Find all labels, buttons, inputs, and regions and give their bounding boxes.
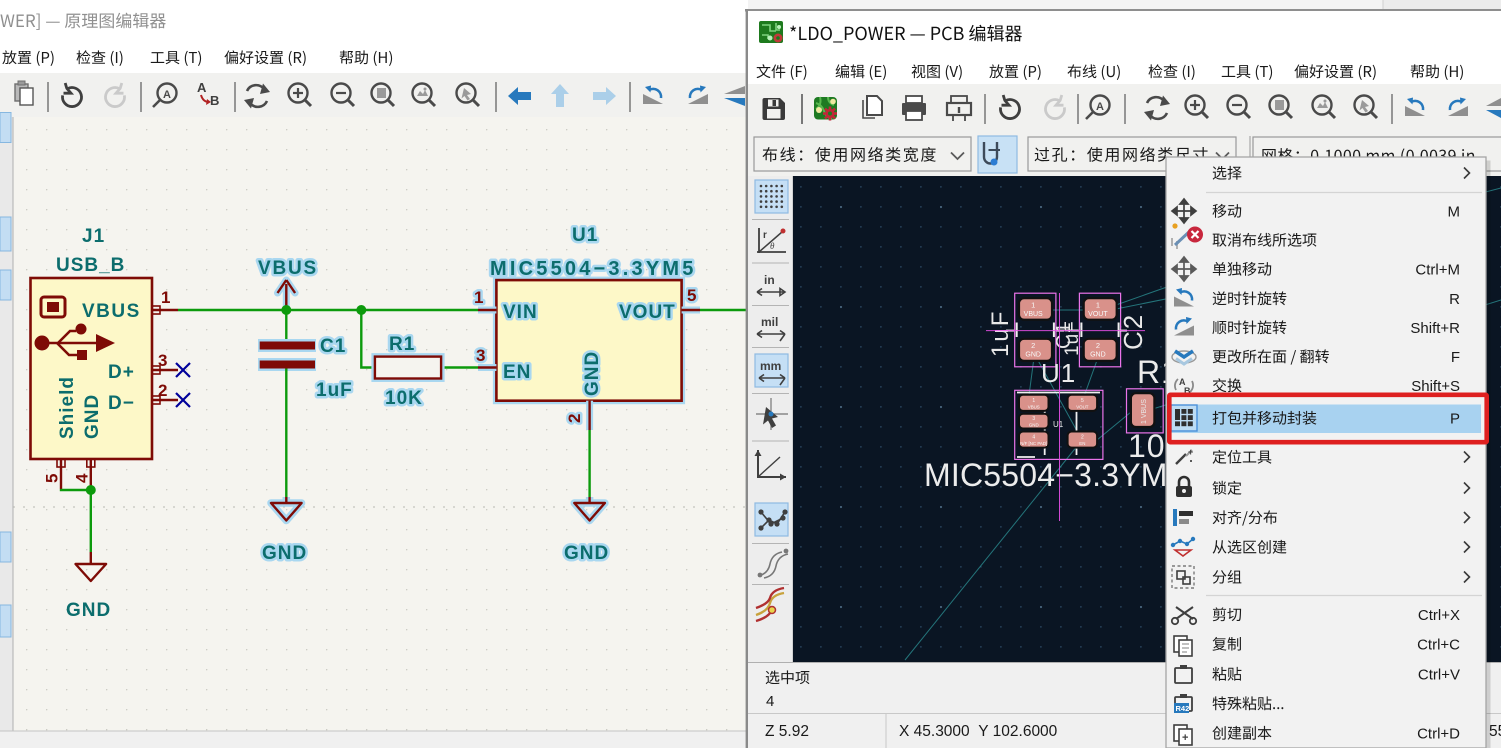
svg-text:4: 4 bbox=[73, 473, 92, 483]
svg-text:GND: GND bbox=[82, 394, 103, 439]
svg-text:P: P bbox=[1450, 411, 1460, 428]
svg-text:GND: GND bbox=[1029, 423, 1039, 428]
svg-text:Ctrl+V: Ctrl+V bbox=[1418, 667, 1460, 684]
svg-text:U1: U1 bbox=[1041, 358, 1076, 388]
svg-text:2: 2 bbox=[565, 414, 584, 423]
svg-text:1: 1 bbox=[474, 288, 484, 307]
svg-text:GND: GND bbox=[564, 543, 609, 564]
svg-text:5: 5 bbox=[43, 474, 62, 483]
svg-text:D+: D+ bbox=[108, 362, 135, 383]
svg-text:2: 2 bbox=[158, 381, 167, 400]
svg-text:Ctrl+D: Ctrl+D bbox=[1417, 726, 1460, 743]
svg-text:1: 1 bbox=[1032, 398, 1035, 404]
svg-text:Shield: Shield bbox=[57, 376, 78, 439]
svg-text:VOUT: VOUT bbox=[1088, 311, 1108, 318]
svg-text:3: 3 bbox=[476, 346, 486, 365]
svg-text:GND: GND bbox=[1025, 352, 1041, 359]
svg-text:2: 2 bbox=[1031, 341, 1035, 350]
svg-text:EN: EN bbox=[1079, 441, 1085, 446]
svg-text:EN: EN bbox=[503, 362, 531, 383]
svg-text:VBUS: VBUS bbox=[1028, 404, 1040, 409]
svg-text:mil: mil bbox=[761, 315, 778, 329]
svg-text:B: B bbox=[210, 93, 219, 108]
svg-text:VOUT: VOUT bbox=[619, 302, 676, 323]
svg-text:A: A bbox=[1096, 101, 1104, 113]
svg-text:GND: GND bbox=[262, 543, 307, 564]
svg-text:Shift+R: Shift+R bbox=[1410, 320, 1460, 337]
svg-text:X 45.3000 Y 102.6000: X 45.3000 Y 102.6000 bbox=[899, 723, 1058, 740]
svg-text:M: M bbox=[1448, 204, 1461, 221]
svg-text:U1: U1 bbox=[1053, 420, 1064, 429]
svg-text:1uF: 1uF bbox=[1062, 320, 1083, 356]
svg-text:Ctrl+C: Ctrl+C bbox=[1417, 637, 1460, 654]
svg-text:2: 2 bbox=[1096, 341, 1100, 350]
svg-text:VIN: VIN bbox=[503, 302, 538, 323]
svg-text:GND: GND bbox=[66, 600, 111, 621]
svg-text:5: 5 bbox=[1081, 398, 1084, 404]
svg-text:1: 1 bbox=[1096, 301, 1100, 310]
svg-text:N/F [NC PAD]: N/F [NC PAD] bbox=[1020, 441, 1047, 446]
svg-text:Ctrl+M: Ctrl+M bbox=[1415, 262, 1460, 279]
svg-text:3: 3 bbox=[158, 351, 167, 370]
svg-text:1: 1 bbox=[1031, 301, 1035, 310]
svg-text:USB_B: USB_B bbox=[56, 255, 125, 276]
svg-text:U1: U1 bbox=[572, 225, 598, 246]
svg-text:+: + bbox=[1182, 732, 1188, 744]
svg-text:2: 2 bbox=[1081, 435, 1084, 441]
svg-text:C1: C1 bbox=[320, 336, 346, 357]
svg-text:GND: GND bbox=[1090, 352, 1106, 359]
svg-text:1 VBUS: 1 VBUS bbox=[1141, 399, 1148, 424]
svg-text:+: + bbox=[1188, 447, 1193, 457]
svg-text:J1: J1 bbox=[82, 226, 105, 247]
svg-text:R1: R1 bbox=[389, 334, 415, 355]
svg-text:F: F bbox=[1451, 349, 1460, 366]
svg-text:D−: D− bbox=[108, 393, 135, 414]
svg-text:R: R bbox=[1449, 291, 1460, 308]
svg-text:A: A bbox=[197, 80, 207, 95]
svg-text:VBUS: VBUS bbox=[82, 301, 141, 322]
svg-text:GND: GND bbox=[582, 351, 603, 396]
svg-text:r: r bbox=[763, 230, 767, 241]
svg-text:1uF: 1uF bbox=[987, 310, 1014, 357]
svg-text:θ: θ bbox=[770, 241, 775, 251]
svg-text:in: in bbox=[764, 273, 775, 287]
svg-text:4: 4 bbox=[766, 693, 774, 710]
svg-text:10K: 10K bbox=[385, 388, 423, 409]
svg-text:MIC5504−3.3YM5: MIC5504−3.3YM5 bbox=[490, 258, 697, 280]
svg-text:R42: R42 bbox=[1176, 704, 1190, 713]
svg-text:VOUT: VOUT bbox=[1076, 404, 1089, 409]
svg-text:VBUS: VBUS bbox=[258, 258, 318, 279]
svg-text:mm: mm bbox=[760, 359, 781, 373]
svg-text:Z 5.92: Z 5.92 bbox=[765, 723, 809, 740]
svg-text:Ctrl+X: Ctrl+X bbox=[1418, 607, 1460, 624]
svg-text:1uF: 1uF bbox=[316, 380, 353, 401]
svg-text:MIC5504−3.3YM5: MIC5504−3.3YM5 bbox=[924, 457, 1186, 493]
svg-text:VBUS: VBUS bbox=[1024, 311, 1043, 318]
svg-text:5: 5 bbox=[687, 286, 697, 305]
svg-text:1: 1 bbox=[161, 288, 170, 307]
svg-text:55: 55 bbox=[1489, 723, 1501, 740]
svg-text:4: 4 bbox=[1032, 435, 1035, 441]
svg-text:Shift+S: Shift+S bbox=[1411, 378, 1460, 395]
svg-text:3: 3 bbox=[1032, 416, 1035, 422]
svg-text:A: A bbox=[163, 89, 171, 101]
